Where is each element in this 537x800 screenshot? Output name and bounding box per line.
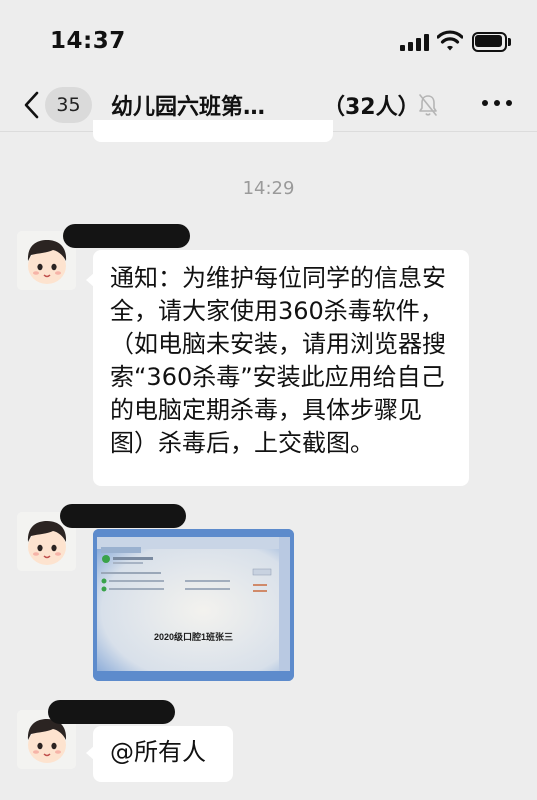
ellipsis-icon[interactable] — [482, 100, 514, 110]
sender-name-redacted — [60, 504, 186, 528]
chevron-left-icon[interactable] — [22, 90, 40, 120]
message-text: 通知：为维护每位同学的信息安全，请大家使用360杀毒软件，（如电脑未安装，请用浏… — [110, 264, 446, 457]
previous-message-bubble[interactable] — [93, 120, 333, 142]
image-caption: 2020级口腔1班张三 — [153, 632, 234, 642]
chat-title[interactable]: 幼儿园六班第… — [111, 89, 265, 121]
battery-icon — [472, 32, 512, 52]
message-text: @所有人 — [110, 738, 206, 766]
message-bubble[interactable]: 通知：为维护每位同学的信息安全，请大家使用360杀毒软件，（如电脑未安装，请用浏… — [86, 250, 469, 486]
unread-count-badge[interactable]: 35 — [45, 87, 92, 123]
message-bubble[interactable]: @所有人 — [86, 726, 233, 782]
member-count[interactable]: （32人） — [323, 89, 420, 121]
status-time: 14:37 — [50, 28, 126, 54]
image-message[interactable]: 2020级口腔1班张三 — [93, 529, 294, 681]
bell-muted-icon — [419, 94, 437, 116]
signal-icon — [400, 34, 430, 51]
status-bar: 14:37 — [0, 0, 537, 80]
message-timestamp: 14:29 — [242, 178, 295, 199]
sender-name-redacted — [48, 700, 175, 724]
screen-photo-image — [93, 529, 294, 681]
sender-name-redacted — [63, 224, 190, 248]
wifi-icon — [437, 30, 463, 51]
